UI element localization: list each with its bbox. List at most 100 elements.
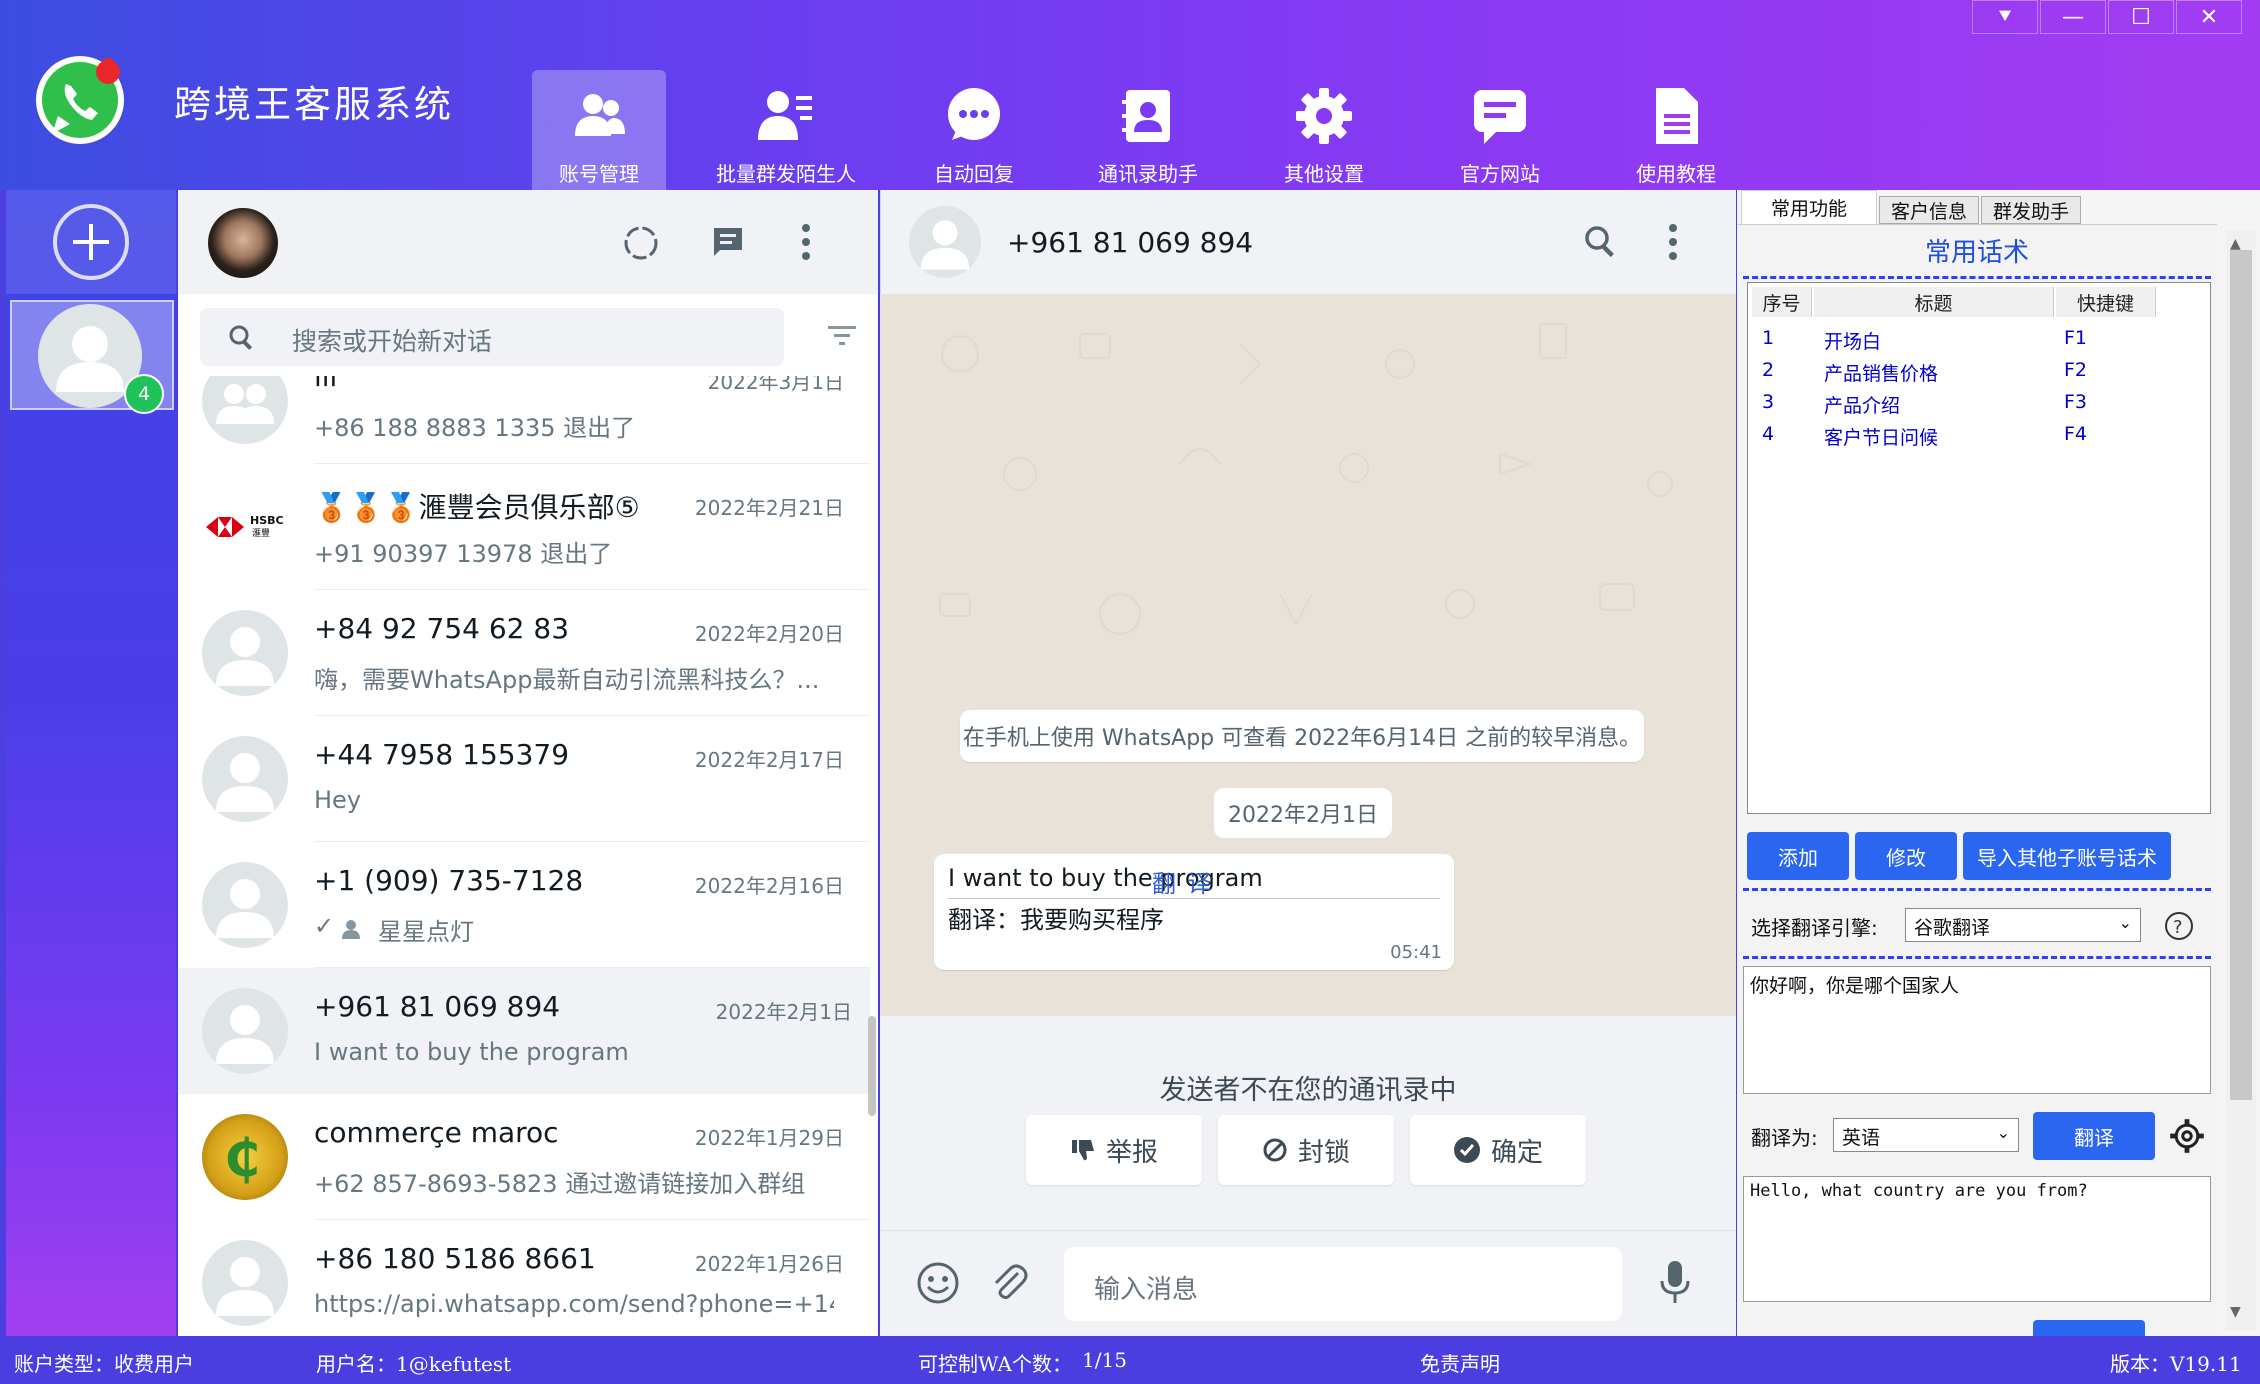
account-item[interactable]: 4 (10, 300, 174, 414)
message-input[interactable]: 输入消息 (1064, 1247, 1622, 1321)
incoming-message[interactable]: I want to buy the program 翻 译 翻译：我要购买程序 … (934, 854, 1454, 970)
tab-tutorial[interactable]: 使用教程 (1609, 70, 1743, 190)
list-item[interactable]: +1 (909) 735-7128 2022年2月16日 ✓ 星星点灯 (178, 842, 870, 968)
row-title[interactable]: 产品介绍 (1824, 391, 1900, 418)
add-account-button[interactable] (6, 190, 176, 294)
send-button-partial[interactable] (2033, 1320, 2145, 1336)
attach-icon[interactable] (988, 1261, 1030, 1303)
tab-auto-reply[interactable]: 自动回复 (907, 70, 1041, 190)
column-header[interactable]: 快捷键 (2056, 287, 2156, 317)
add-button[interactable]: 添加 (1747, 832, 1849, 880)
microphone-icon[interactable] (1658, 1259, 1692, 1305)
translate-button[interactable]: 翻译 (2033, 1112, 2155, 1160)
chat-list-scrollbar[interactable] (868, 1016, 876, 1116)
tab-bulk-assistant[interactable]: 群发助手 (1981, 196, 2081, 224)
engine-select[interactable]: 谷歌翻译 ⌄ (1905, 908, 2141, 942)
chat-preview: I want to buy the program (314, 1038, 629, 1066)
chevron-down-icon: ⌄ (2118, 913, 2132, 932)
block-label: 封锁 (1297, 1137, 1350, 1168)
row-no[interactable]: 4 (1762, 423, 1774, 445)
search-icon[interactable] (1583, 224, 1619, 260)
svg-text:?: ? (2173, 917, 2183, 938)
dropdown-menu-button[interactable]: ⯆ (1972, 0, 2038, 34)
engine-label: 选择翻译引擎: (1751, 916, 1878, 940)
engine-value: 谷歌翻译 (1914, 917, 1991, 939)
close-button[interactable]: ✕ (2176, 0, 2242, 34)
tab-customer-info[interactable]: 客户信息 (1879, 196, 1979, 224)
row-key[interactable]: F3 (2064, 391, 2087, 413)
chat-time: 2022年2月16日 (694, 874, 844, 898)
tab-bulk-send[interactable]: 批量群发陌生人 (716, 70, 856, 190)
row-title[interactable]: 产品销售价格 (1824, 359, 1938, 386)
tab-account-management[interactable]: 账号管理 (532, 70, 666, 190)
message-text: I want to buy the program (948, 864, 1263, 892)
app-title: 跨境王客服系统 (174, 83, 454, 126)
contact-avatar[interactable] (909, 206, 981, 278)
menu-dots-icon[interactable] (1667, 222, 1679, 262)
right-panel-scrollbar[interactable]: ▲ ▼ (2226, 230, 2256, 1330)
settings-gear-icon[interactable] (2169, 1118, 2205, 1154)
disclaimer-link[interactable]: 免责声明 (1420, 1348, 1500, 1377)
scroll-down-icon[interactable]: ▼ (2230, 1304, 2241, 1320)
avatar (202, 736, 288, 822)
maximize-button[interactable]: ☐ (2108, 0, 2174, 34)
row-key[interactable]: F1 (2064, 327, 2087, 349)
row-key[interactable]: F4 (2064, 423, 2087, 445)
menu-dots-icon[interactable] (800, 222, 812, 262)
row-title[interactable]: 开场白 (1824, 327, 1881, 354)
list-item[interactable]: ııı 2022年3月1日 +86 188 8883 1335 退出了 (178, 376, 870, 464)
import-phrases-button[interactable]: 导入其他子账号话术 (1963, 832, 2171, 880)
report-label: 举报 (1105, 1137, 1158, 1168)
list-item[interactable]: ₵ commerçe maroc 2022年1月29日 +62 857-8693… (178, 1094, 870, 1220)
report-button[interactable]: 举报 (1026, 1115, 1202, 1185)
username: 用户名：1@kefutest (316, 1352, 512, 1376)
chat-preview: +86 188 8883 1335 退出了 (314, 414, 636, 442)
target-language-select[interactable]: 英语 ⌄ (1833, 1118, 2019, 1152)
check-circle-icon (1453, 1137, 1480, 1163)
conversation-panel: +961 81 069 894 在手机上使用 WhatsApp 可查看 2022… (880, 190, 1736, 1336)
row-no[interactable]: 2 (1762, 359, 1774, 381)
tab-other-settings[interactable]: 其他设置 (1257, 70, 1391, 190)
search-input[interactable]: 搜索或开始新对话 (200, 308, 784, 366)
profile-avatar[interactable] (208, 208, 278, 278)
divider (1743, 956, 2211, 959)
help-icon[interactable]: ? (2163, 910, 2195, 942)
source-text-field[interactable]: 你好啊，你是哪个国家人 (1743, 966, 2211, 1094)
list-item-selected[interactable]: +961 81 069 894 2022年2月1日 I want to buy … (178, 968, 870, 1094)
list-item[interactable]: +84 92 754 62 83 2022年2月20日 嗨，需要WhatsApp… (178, 590, 870, 716)
list-item[interactable]: HSBC 滙豐 🥉🥉🥉滙豐会员俱乐部⑤ 2022年2月21日 +91 90397 … (178, 464, 870, 590)
tab-common-functions[interactable]: 常用功能 (1741, 190, 1877, 224)
row-title[interactable]: 客户节日问候 (1824, 423, 1938, 450)
column-header[interactable]: 标题 (1814, 287, 2054, 317)
chat-name: commerçe maroc (314, 1116, 559, 1149)
chat-time: 2022年1月26日 (694, 1252, 844, 1276)
list-item[interactable]: +86 180 5186 8661 2022年1月26日 https://api… (178, 1220, 870, 1336)
thumbs-down-icon (1071, 1140, 1094, 1161)
translation-result-field[interactable]: Hello, what country are you from? (1743, 1176, 2211, 1302)
emoji-icon[interactable] (916, 1261, 960, 1305)
message-time: 05:41 (1390, 942, 1442, 963)
not-in-contacts-text: 发送者不在您的通讯录中 (1159, 1075, 1457, 1106)
hsbc-logo: HSBC滙豐 (206, 514, 284, 539)
block-button[interactable]: 封锁 (1218, 1115, 1394, 1185)
tab-official-website[interactable]: 官方网站 (1433, 70, 1567, 190)
translate-link[interactable]: 翻 译 (1152, 864, 1214, 899)
ok-button[interactable]: 确定 (1410, 1115, 1586, 1185)
status-icon[interactable] (622, 224, 660, 262)
new-chat-icon[interactable] (710, 224, 746, 260)
header: 跨境王客服系统 ⯆ — ☐ ✕ 账号管理 批量群发陌生人 自动回复 通讯录助手 … (0, 0, 2260, 190)
compose-bar: 输入消息 (880, 1230, 1736, 1336)
status-bar: 账户类型：收费用户 用户名：1@kefutest 可控制WA个数： 1/15 免… (0, 1336, 2260, 1384)
row-no[interactable]: 1 (1762, 327, 1774, 349)
filter-icon[interactable] (826, 324, 858, 348)
close-icon: ✕ (2199, 4, 2219, 30)
tab-contacts-helper[interactable]: 通讯录助手 (1081, 70, 1215, 190)
edit-button[interactable]: 修改 (1855, 832, 1957, 880)
minimize-button[interactable]: — (2040, 0, 2106, 34)
list-item[interactable]: +44 7958 155379 2022年2月17日 Hey (178, 716, 870, 842)
column-header[interactable]: 序号 (1752, 287, 1812, 317)
row-no[interactable]: 3 (1762, 391, 1774, 413)
contact-name: +961 81 069 894 (1007, 226, 1254, 259)
row-key[interactable]: F2 (2064, 359, 2087, 381)
scroll-thumb[interactable] (2230, 250, 2252, 1100)
